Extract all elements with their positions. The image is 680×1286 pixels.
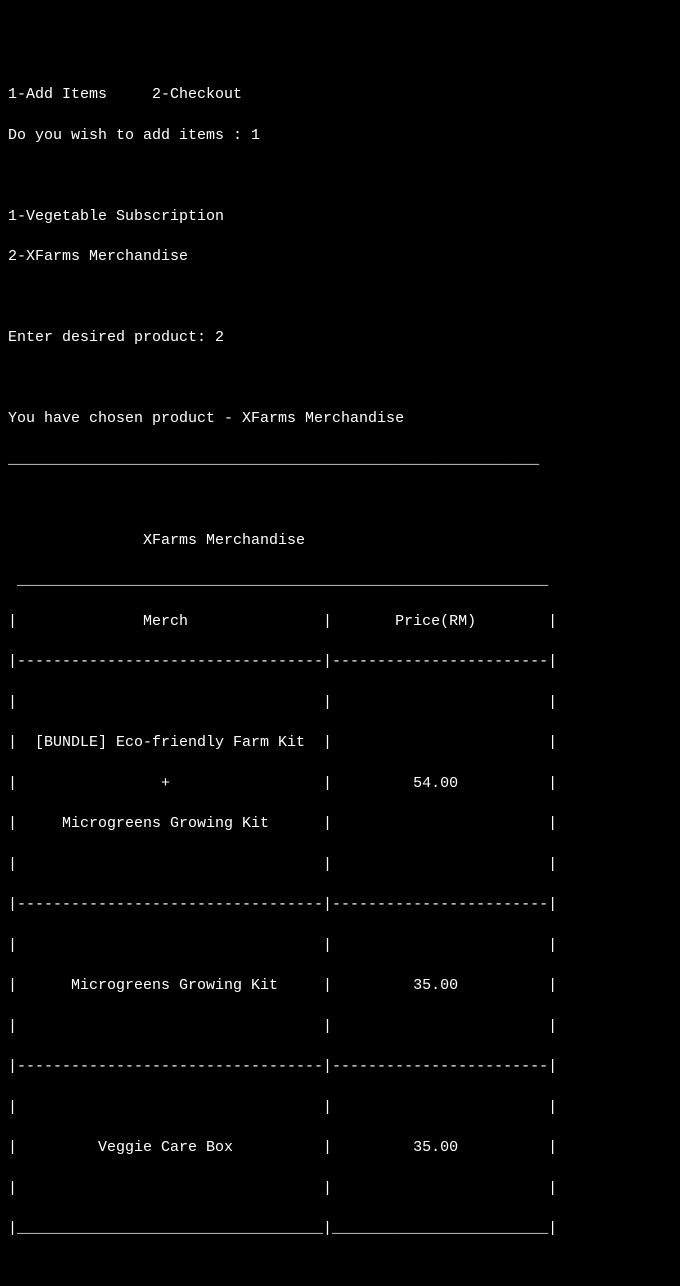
product-prompt: Enter desired product: [8,329,215,346]
table-row: | | | [8,855,672,875]
table-row: | | | [8,1179,672,1199]
blank [8,166,672,186]
product-line: Enter desired product: 2 [8,328,672,348]
table-row: | | | [8,1017,672,1037]
add-items-line: Do you wish to add items : 1 [8,126,672,146]
table-sep: |----------------------------------|----… [8,652,672,672]
blank [8,490,672,510]
table-sep: |----------------------------------|----… [8,1057,672,1077]
table-header: | Merch | Price(RM) | [8,612,672,632]
table-row: | [BUNDLE] Eco-friendly Farm Kit | | [8,733,672,753]
table-top-border: ________________________________________… [8,571,672,591]
product-input[interactable]: 2 [215,329,224,346]
menu-options: 1-Add Items 2-Checkout [8,85,672,105]
table-row: | + | 54.00 | [8,774,672,794]
option-1: 1-Vegetable Subscription [8,207,672,227]
blank [8,288,672,308]
table-title: XFarms Merchandise [8,531,672,551]
table-row: | | | [8,693,672,713]
table-row: | | | [8,1098,672,1118]
table-sep: |----------------------------------|----… [8,895,672,915]
hr: ________________________________________… [8,450,672,470]
add-items-input[interactable]: 1 [251,127,260,144]
table-bottom-border: |__________________________________|____… [8,1219,672,1239]
blank [8,1260,672,1280]
add-items-prompt: Do you wish to add items : [8,127,251,144]
blank [8,369,672,389]
table-row: | Microgreens Growing Kit | 35.00 | [8,976,672,996]
table-row: | | | [8,936,672,956]
option-2: 2-XFarms Merchandise [8,247,672,267]
table-row: | Microgreens Growing Kit | | [8,814,672,834]
chosen-product: You have chosen product - XFarms Merchan… [8,409,672,429]
table-row: | Veggie Care Box | 35.00 | [8,1138,672,1158]
